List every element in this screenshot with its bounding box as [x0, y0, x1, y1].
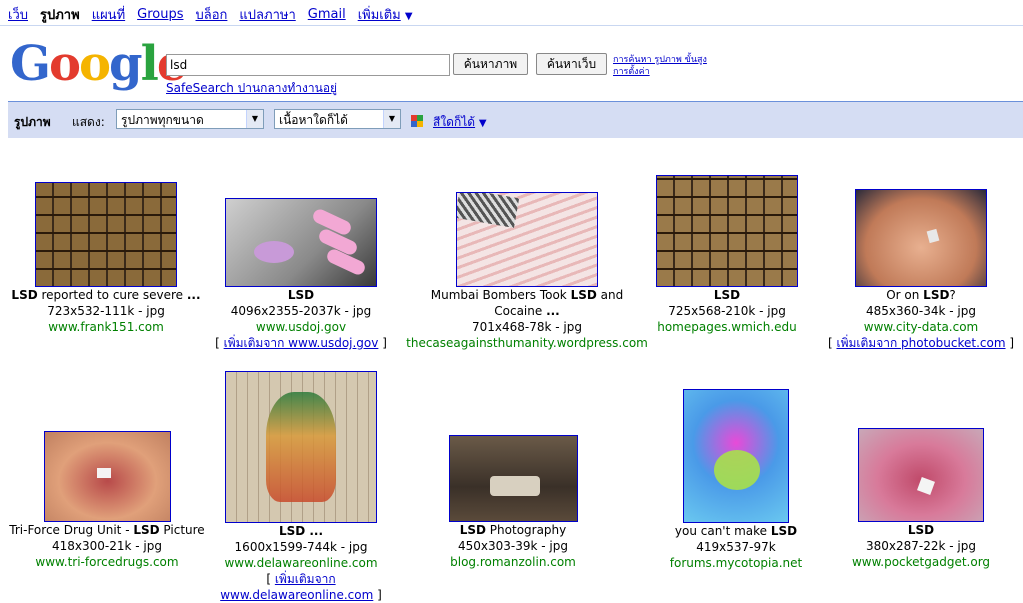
result-domain[interactable]: www.pocketgadget.org — [826, 554, 1016, 570]
result-size: 419x537-97k — [696, 540, 776, 554]
result-title: LSD ... — [278, 524, 324, 538]
section-title: รูปภาพ — [14, 115, 51, 129]
result-item: you can't make LSD 419x537-97k forums.my… — [636, 389, 836, 571]
advanced-image-search-link[interactable]: การค้นหา รูปภาพ ขั้นสูง — [613, 54, 707, 66]
result-domain[interactable]: www.city-data.com — [826, 319, 1016, 335]
chevron-down-icon: ▼ — [404, 10, 413, 22]
nav-images: รูปภาพ — [40, 7, 80, 23]
result-thumbnail[interactable] — [43, 431, 171, 522]
result-domain[interactable]: thecaseagainsthumanity.wordpress.com — [398, 335, 656, 351]
preferences-link[interactable]: การตั้งค่า — [613, 66, 707, 78]
color-filter[interactable]: สีใดก็ได้ ▼ — [433, 113, 487, 132]
result-item: LSD Photography 450x303-39k - jpg blog.r… — [420, 435, 606, 570]
content-select[interactable]: เนื้อหาใดก็ได้ ▼ — [274, 109, 401, 129]
result-thumbnail[interactable] — [683, 389, 789, 523]
result-caption: LSD Photography — [420, 522, 606, 538]
result-size: 701x468-78k - jpg — [472, 320, 582, 334]
result-domain[interactable]: www.frank151.com — [8, 319, 204, 335]
result-title: LSD — [907, 523, 935, 537]
result-caption: LSD ... — [206, 523, 396, 539]
result-size: 725x568-210k - jpg — [668, 304, 786, 318]
color-filter-link[interactable]: สีใดก็ได้ — [433, 115, 475, 129]
result-item: Tri-Force Drug Unit - LSD Picture 418x30… — [6, 431, 208, 570]
result-domain[interactable]: www.usdoj.gov — [206, 319, 396, 335]
result-item: LSD 380x287-22k - jpg www.pocketgadget.o… — [826, 428, 1016, 570]
result-title: LSD Photography — [459, 523, 567, 537]
content-select-value: เนื้อหาใดก็ได้ — [279, 113, 348, 127]
nav-groups[interactable]: Groups — [137, 7, 183, 22]
result-title: LSD — [713, 288, 741, 302]
result-thumbnail[interactable] — [448, 435, 578, 522]
result-domain[interactable]: homepages.wmich.edu — [628, 319, 826, 335]
result-caption: Mumbai Bombers Took LSD and Cocaine ... — [427, 287, 627, 319]
color-palette-icon — [411, 115, 423, 127]
result-caption: you can't make LSD — [636, 523, 836, 539]
result-thumbnail[interactable] — [456, 192, 598, 287]
result-size: 723x532-111k - jpg — [47, 304, 165, 318]
size-select[interactable]: รูปภาพทุกขนาด ▼ — [116, 109, 264, 129]
result-size: 380x287-22k - jpg — [866, 539, 976, 553]
result-caption: Tri-Force Drug Unit - LSD Picture — [6, 522, 208, 538]
show-label: แสดง: — [72, 115, 105, 129]
result-item: LSD 4096x2355-2037k - jpg www.usdoj.gov … — [206, 198, 396, 351]
result-item: Or on LSD? 485x360-34k - jpg www.city-da… — [826, 189, 1016, 351]
result-title: LSD — [287, 288, 315, 302]
result-more: [ เพิ่มเติมจาก www.usdoj.gov ] — [215, 336, 387, 350]
result-title: Mumbai Bombers Took LSD and Cocaine ... — [430, 288, 624, 318]
nav-more[interactable]: เพิ่มเติม ▼ — [358, 4, 413, 25]
result-item: LSD reported to cure severe ... 723x532-… — [8, 182, 204, 335]
result-title: you can't make LSD — [674, 524, 798, 538]
result-domain[interactable]: www.delawareonline.com — [206, 555, 396, 571]
result-item: LSD ... 1600x1599-744k - jpg www.delawar… — [206, 371, 396, 603]
result-title: LSD reported to cure severe ... — [11, 288, 201, 302]
nav-gmail[interactable]: Gmail — [308, 7, 346, 22]
result-more-link[interactable]: เพิ่มเติมจาก photobucket.com — [836, 336, 1005, 350]
result-title: Or on LSD? — [886, 288, 956, 302]
result-size: 485x360-34k - jpg — [866, 304, 976, 318]
result-domain[interactable]: forums.mycotopia.net — [636, 555, 836, 571]
top-nav: เว็บ รูปภาพ แผนที่ Groups บล็อก แปลภาษา … — [8, 5, 413, 23]
nav-translate[interactable]: แปลภาษา — [239, 4, 295, 25]
search-web-button[interactable]: ค้นหาเว็บ — [536, 53, 607, 75]
result-thumbnail[interactable] — [225, 198, 377, 287]
search-images-button[interactable]: ค้นหาภาพ — [453, 53, 528, 75]
result-caption: LSD — [826, 522, 1016, 538]
nav-more-label[interactable]: เพิ่มเติม — [358, 8, 401, 23]
result-size: 450x303-39k - jpg — [458, 539, 568, 553]
result-caption: Or on LSD? — [826, 287, 1016, 303]
result-size: 4096x2355-2037k - jpg — [230, 304, 372, 318]
nav-blogs[interactable]: บล็อก — [196, 4, 228, 25]
result-item: Mumbai Bombers Took LSD and Cocaine ... … — [398, 192, 656, 351]
result-size: 418x300-21k - jpg — [52, 539, 162, 553]
result-size: 1600x1599-744k - jpg — [234, 540, 368, 554]
results-toolbar: รูปภาพ แสดง: รูปภาพทุกขนาด ▼ เนื้อหาใดก็ไ… — [8, 101, 1023, 138]
advanced-links: การค้นหา รูปภาพ ขั้นสูง การตั้งค่า — [613, 54, 707, 78]
safesearch-link[interactable]: SafeSearch ปานกลางทำงานอยู่ — [166, 79, 337, 98]
result-more-link[interactable]: เพิ่มเติมจาก www.delawareonline.com — [220, 572, 373, 602]
color-square-yellow — [417, 121, 423, 127]
search-input[interactable] — [166, 54, 450, 76]
result-thumbnail[interactable] — [656, 175, 798, 287]
dropdown-arrow-icon[interactable]: ▼ — [383, 110, 400, 128]
nav-web[interactable]: เว็บ — [8, 4, 28, 25]
result-caption: LSD — [628, 287, 826, 303]
result-thumbnail[interactable] — [225, 371, 377, 523]
result-thumbnail[interactable] — [35, 182, 177, 287]
result-caption: LSD — [206, 287, 396, 303]
result-more-link[interactable]: เพิ่มเติมจาก www.usdoj.gov — [224, 336, 379, 350]
chevron-down-icon: ▼ — [478, 118, 487, 129]
top-divider — [0, 25, 1023, 26]
result-thumbnail[interactable] — [855, 189, 987, 287]
result-more: [ เพิ่มเติมจาก www.delawareonline.com ] — [220, 572, 382, 602]
result-title: Tri-Force Drug Unit - LSD Picture — [9, 523, 205, 537]
result-item: LSD 725x568-210k - jpg homepages.wmich.e… — [628, 175, 826, 335]
size-select-value: รูปภาพทุกขนาด — [121, 113, 204, 127]
result-caption: LSD reported to cure severe ... — [8, 287, 204, 303]
nav-maps[interactable]: แผนที่ — [92, 4, 125, 25]
result-more: [ เพิ่มเติมจาก photobucket.com ] — [827, 336, 1015, 350]
result-domain[interactable]: www.tri-forcedrugs.com — [6, 554, 208, 570]
dropdown-arrow-icon[interactable]: ▼ — [246, 110, 263, 128]
result-thumbnail[interactable] — [858, 428, 984, 522]
result-domain[interactable]: blog.romanzolin.com — [420, 554, 606, 570]
